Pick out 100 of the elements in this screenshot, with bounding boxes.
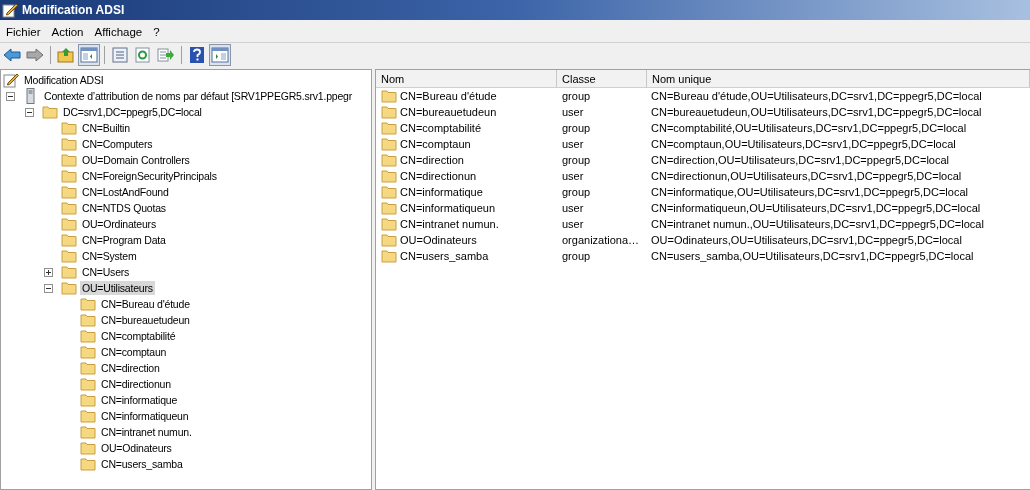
folder-icon (80, 456, 96, 472)
menu-item[interactable]: ? (149, 26, 167, 38)
table-cell-text: group (561, 90, 592, 102)
folder-icon (61, 200, 77, 216)
table-cell-text: group (561, 250, 592, 262)
folder-icon (61, 184, 77, 200)
table-cell[interactable]: CN=direction (400, 154, 464, 166)
console-tree-button[interactable] (78, 44, 100, 66)
tree-item[interactable]: DC=srv1,DC=ppegr5,DC=local (61, 105, 204, 119)
properties-button[interactable] (109, 44, 131, 66)
table-cell[interactable]: CN=intranet numun. (400, 218, 499, 230)
folder-icon (61, 264, 77, 280)
table-cell-text: CN=directionun,OU=Utilisateurs,DC=srv1,DC=ppegr5,DC=local (650, 170, 963, 182)
table-cell[interactable]: CN=users_samba (400, 250, 489, 262)
table-cell[interactable]: CN=comptabilité (400, 122, 481, 134)
folder-icon (381, 136, 397, 152)
tree-item[interactable]: CN=LostAndFound (80, 185, 171, 199)
folder-icon (42, 104, 58, 120)
tree-item[interactable]: CN=bureauetudeun (99, 313, 192, 327)
tree-item[interactable]: OU=Odinateurs (99, 441, 174, 455)
tree-item[interactable]: CN=informatique (99, 393, 180, 407)
tree-item[interactable]: CN=Builtin (80, 121, 132, 135)
tree-item[interactable]: CN=direction (99, 361, 162, 375)
table-cell[interactable]: CN=comptaun (400, 138, 471, 150)
tree-item[interactable]: CN=Computers (80, 137, 155, 151)
folder-icon (381, 232, 397, 248)
column-header[interactable]: Nom unique (647, 70, 1030, 87)
tree-item[interactable]: Contexte d’attribution de noms par défaut [SRV1PPEGR5.srv1.ppegr (42, 89, 355, 103)
tree-item[interactable]: CN=Bureau d'étude (99, 297, 192, 311)
menu-item[interactable]: Affichage (90, 26, 150, 38)
folder-icon (61, 152, 77, 168)
expander-icon[interactable] (6, 91, 15, 101)
folder-icon (80, 392, 96, 408)
tree-item[interactable]: CN=users_samba (99, 457, 185, 471)
tree-item[interactable]: CN=intranet numun. (99, 425, 194, 439)
table-cell[interactable]: CN=directionun (400, 170, 477, 182)
table-cell-text: user (561, 218, 585, 230)
tree-item[interactable]: OU=Domain Controllers (80, 153, 192, 167)
tree-item[interactable]: CN=comptaun (99, 345, 169, 359)
action-pane-button[interactable] (209, 44, 231, 66)
tree-item[interactable]: Modification ADSI (22, 73, 106, 87)
tree-item[interactable]: OU=Ordinateurs (80, 217, 158, 231)
pencil-note-icon (2, 2, 18, 18)
folder-icon (61, 168, 77, 184)
expander-icon[interactable] (44, 267, 53, 277)
window-title: Modification ADSI (22, 3, 125, 17)
folder-icon (80, 408, 96, 424)
table-cell-text: user (561, 202, 585, 214)
table-cell-text: CN=informatique,OU=Utilisateurs,DC=srv1,DC=ppegr5,DC=local (650, 186, 969, 198)
tree-item[interactable]: CN=System (80, 249, 139, 263)
menu-item[interactable]: Action (47, 26, 91, 38)
folder-icon (80, 360, 96, 376)
folder-icon (80, 424, 96, 440)
tree-item[interactable]: CN=Users (80, 265, 132, 279)
table-cell-text: CN=informatiqueun,OU=Utilisateurs,DC=srv1,DC=ppegr5,DC=local (650, 202, 982, 214)
table-cell-text: organizationa… (561, 234, 641, 246)
tree-item[interactable]: CN=NTDS Quotas (80, 201, 168, 215)
folder-icon (381, 184, 397, 200)
folder-icon (381, 216, 397, 232)
folder-icon (61, 248, 77, 264)
pencil-note-icon (3, 72, 19, 88)
folder-icon (80, 440, 96, 456)
tree-item[interactable]: CN=comptabilité (99, 329, 178, 343)
tree-item[interactable]: OU=Utilisateurs (80, 281, 155, 295)
folder-icon (80, 344, 96, 360)
table-cell-text: group (561, 154, 592, 166)
table-cell-text: CN=users_samba,OU=Utilisateurs,DC=srv1,DC=ppegr5,DC=local (650, 250, 975, 262)
table-cell-text: CN=comptaun,OU=Utilisateurs,DC=srv1,DC=ppegr5,DC=local (650, 138, 957, 150)
table-cell-text: user (561, 170, 585, 182)
folder-icon (381, 104, 397, 120)
tree-item[interactable]: CN=ForeignSecurityPrincipals (80, 169, 219, 183)
table-cell-text: CN=direction,OU=Utilisateurs,DC=srv1,DC=ppegr5,DC=local (650, 154, 951, 166)
table-cell-text: CN=bureauetudeun,OU=Utilisateurs,DC=srv1,DC=ppegr5,DC=local (650, 106, 983, 118)
table-cell[interactable]: CN=bureauetudeun (400, 106, 497, 118)
folder-icon (381, 200, 397, 216)
expander-icon[interactable] (44, 283, 53, 293)
table-cell[interactable]: OU=Odinateurs (400, 234, 477, 246)
column-header[interactable]: Nom (376, 70, 557, 87)
tree-item[interactable]: CN=directionun (99, 377, 173, 391)
folder-icon (381, 152, 397, 168)
table-cell-text: user (561, 138, 585, 150)
table-cell-text: group (561, 122, 592, 134)
folder-icon (381, 120, 397, 136)
folder-icon (381, 168, 397, 184)
folder-icon (61, 280, 77, 296)
folder-icon (61, 216, 77, 232)
table-cell-text: OU=Odinateurs,OU=Utilisateurs,DC=srv1,DC=ppegr5,DC=local (650, 234, 963, 246)
folder-icon (80, 376, 96, 392)
table-cell[interactable]: CN=informatique (400, 186, 483, 198)
table-cell[interactable]: CN=informatiqueun (400, 202, 496, 214)
table-cell-text: user (561, 106, 585, 118)
tree-item[interactable]: CN=informatiqueun (99, 409, 191, 423)
folder-icon (61, 232, 77, 248)
tree-item[interactable]: CN=Program Data (80, 233, 168, 247)
menu-item[interactable]: Fichier (2, 26, 48, 38)
folder-icon (61, 120, 77, 136)
expander-icon[interactable] (25, 107, 34, 117)
column-header[interactable]: Classe (557, 70, 647, 87)
table-cell[interactable]: CN=Bureau d'étude (400, 90, 497, 102)
table-cell-text: CN=intranet numun.,OU=Utilisateurs,DC=srv1,DC=ppegr5,DC=local (650, 218, 985, 230)
